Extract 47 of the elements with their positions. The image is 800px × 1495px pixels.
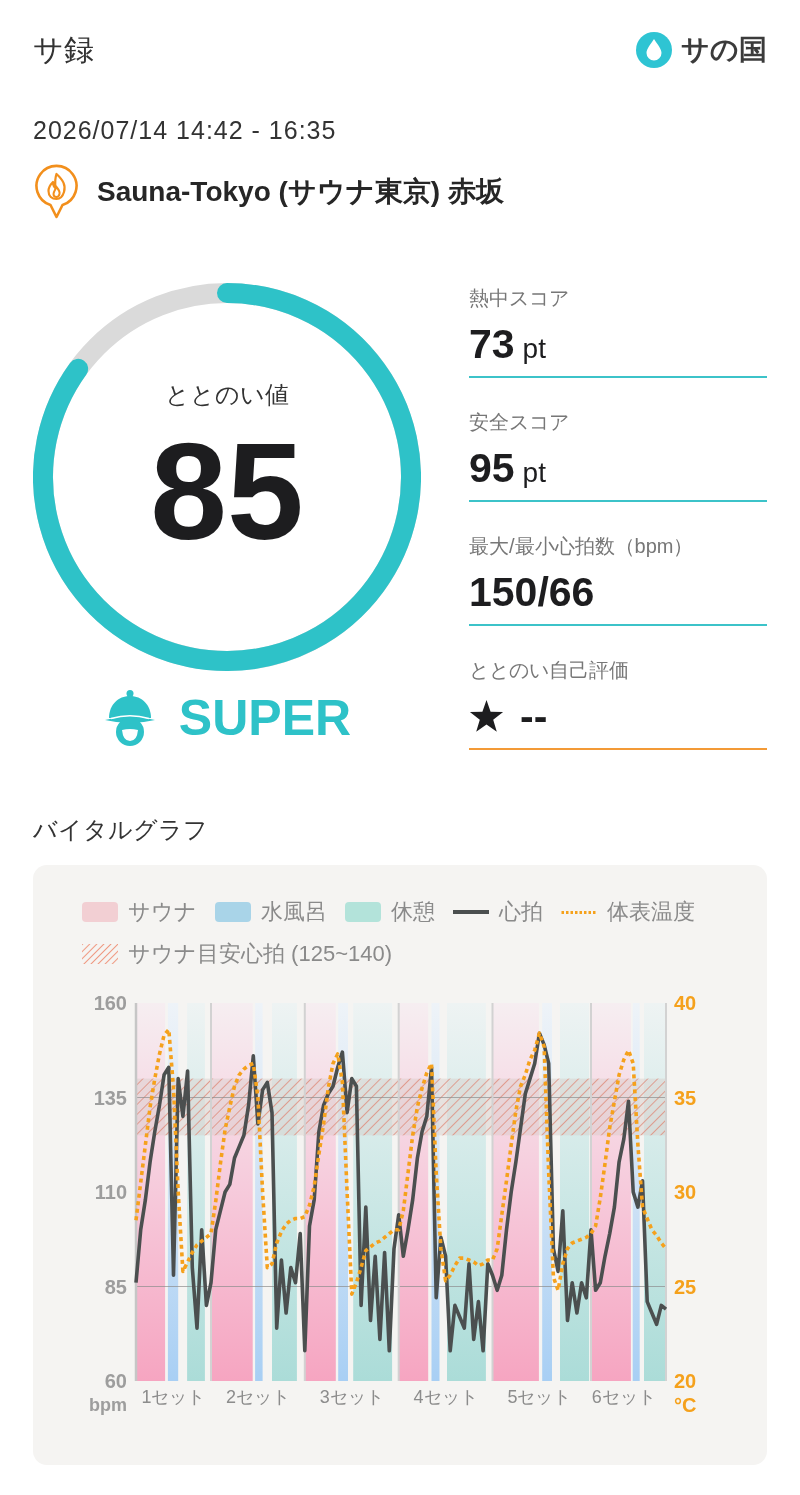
legend-label: 水風呂 xyxy=(261,898,327,926)
flame-pin-icon xyxy=(33,163,80,220)
star-icon xyxy=(469,700,504,732)
legend-label: サウナ目安心拍 (125~140) xyxy=(128,940,393,968)
rating-value: -- xyxy=(520,693,548,739)
page-title: サ録 xyxy=(33,32,94,68)
legend-label: 休憩 xyxy=(391,898,435,926)
score-label: 熱中スコア xyxy=(469,287,570,309)
set-label: 4セット xyxy=(413,1387,478,1407)
dotted-line-icon xyxy=(561,910,597,914)
gauge-label: ととのい値 xyxy=(165,381,289,409)
facility-name: Sauna-Tokyo (サウナ東京) 赤坂 xyxy=(97,174,504,209)
score-value: 73 xyxy=(469,321,515,367)
set-label: 5セット xyxy=(507,1387,572,1407)
set-label: 3セット xyxy=(319,1387,384,1407)
tick-label: 110 xyxy=(94,1181,127,1203)
tick-label: 40 xyxy=(674,992,697,1014)
set-label: 1セット xyxy=(141,1387,206,1407)
tick-label: 35 xyxy=(674,1086,697,1109)
gauge-value: 85 xyxy=(150,422,304,560)
water-drop-icon xyxy=(636,32,672,68)
score-label: 最大/最小心拍数（bpm） xyxy=(469,535,695,557)
legend-label: 体表温度 xyxy=(607,898,695,926)
rank-label: SUPER xyxy=(178,689,352,747)
tick-label: 60 xyxy=(104,1370,127,1392)
unit-label: pt xyxy=(522,332,546,366)
session-time: 2026/07/14 14:42 - 16:35 xyxy=(33,116,337,144)
set-label: 2セット xyxy=(225,1387,290,1407)
axis-unit-label: bpm xyxy=(89,1395,127,1415)
tick-label: 25 xyxy=(674,1275,697,1298)
line-sample-icon xyxy=(453,910,489,914)
axis-unit-label: °C xyxy=(674,1394,697,1416)
score-label: 安全スコア xyxy=(469,411,570,433)
tick-label: 135 xyxy=(93,1086,127,1109)
section-title: バイタルグラフ xyxy=(33,815,209,845)
logo-text: サの国 xyxy=(681,33,767,67)
legend-label: サウナ xyxy=(128,898,197,926)
unit-label: pt xyxy=(522,456,546,490)
tick-label: 85 xyxy=(104,1275,127,1298)
score-label: ととのい自己評価 xyxy=(469,659,630,681)
score-value: 95 xyxy=(469,445,515,491)
tick-label: 160 xyxy=(93,992,127,1014)
score-value: 150/66 xyxy=(469,569,595,615)
tick-label: 20 xyxy=(674,1370,697,1392)
tick-label: 30 xyxy=(674,1181,697,1203)
set-label: 6セット xyxy=(591,1387,656,1407)
legend-label: 心拍 xyxy=(499,898,543,926)
